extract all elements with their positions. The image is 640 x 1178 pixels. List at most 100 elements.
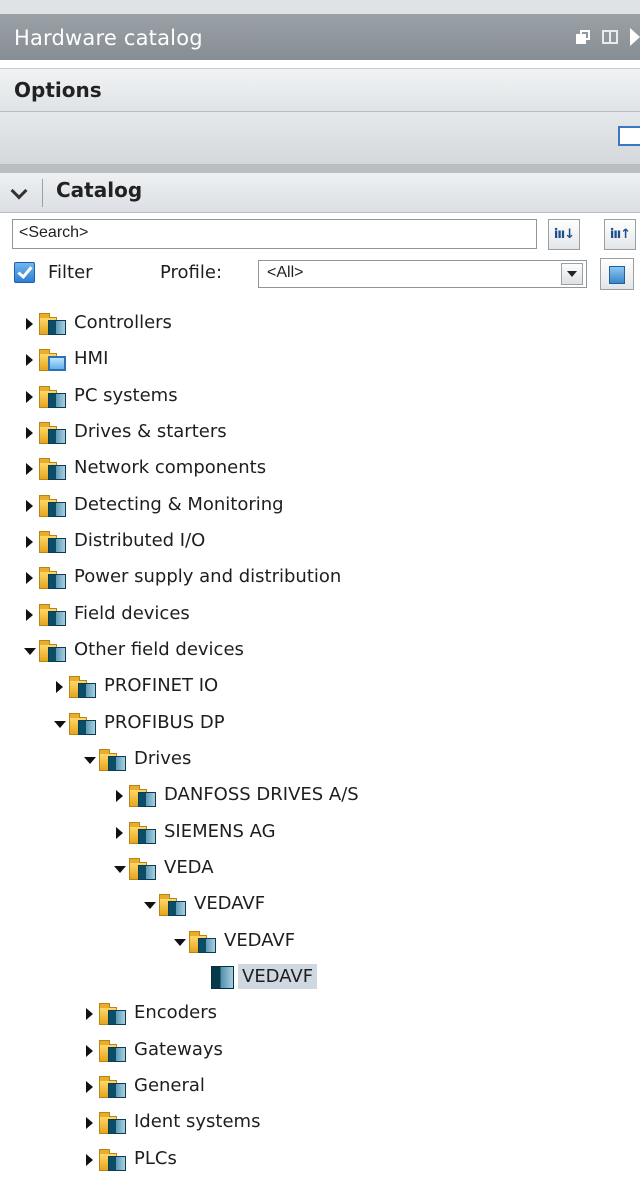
collapse-arrow-icon[interactable] — [56, 681, 63, 694]
tree-item[interactable]: DANFOSS DRIVES A/S — [0, 778, 640, 814]
tree-item[interactable]: Encoders — [0, 996, 640, 1032]
header-separator — [42, 179, 43, 207]
tree-item[interactable]: Network components — [0, 451, 640, 487]
folder-icon — [39, 530, 69, 553]
folder-icon — [99, 1112, 129, 1135]
collapse-panel-icon[interactable] — [630, 28, 640, 46]
collapse-arrow-icon[interactable] — [26, 390, 33, 403]
tree-item-label: Detecting & Monitoring — [74, 493, 284, 515]
tree-item[interactable]: HMI — [0, 342, 640, 378]
tree-item[interactable]: PROFINET IO — [0, 669, 640, 705]
tree-item-label: PROFINET IO — [104, 675, 219, 697]
tree-item[interactable]: VEDAVF — [0, 924, 640, 960]
tree-item-label: Other field devices — [74, 638, 244, 660]
folder-badge — [48, 501, 66, 517]
device-icon — [211, 965, 234, 989]
options-section-header[interactable]: Options — [0, 68, 640, 112]
tree-item-label: Distributed I/O — [74, 529, 206, 551]
folder-icon — [189, 930, 219, 953]
expand-arrow-icon[interactable] — [24, 647, 36, 655]
float-window-icon[interactable] — [576, 30, 590, 44]
tree-item[interactable]: PROFIBUS DP — [0, 706, 640, 742]
collapse-arrow-icon[interactable] — [86, 1044, 93, 1057]
search-up-button[interactable]: iıı↑ — [604, 219, 636, 250]
search-down-button[interactable]: iıı↓ — [548, 219, 580, 250]
folder-badge — [108, 1010, 126, 1026]
folder-icon — [39, 603, 69, 626]
collapse-arrow-icon[interactable] — [116, 826, 123, 839]
collapse-arrow-icon[interactable] — [86, 1008, 93, 1021]
tree-item[interactable]: Controllers — [0, 306, 640, 342]
tree-item[interactable]: VEDAVF — [0, 960, 640, 996]
expand-arrow-icon[interactable] — [54, 720, 66, 728]
tree-item-label: SIEMENS AG — [164, 820, 276, 842]
folder-badge — [108, 1082, 126, 1098]
collapse-arrow-icon[interactable] — [26, 354, 33, 367]
split-view-icon[interactable] — [602, 30, 618, 44]
tree-item[interactable]: VEDAVF — [0, 887, 640, 923]
tree-item[interactable]: Power supply and distribution — [0, 560, 640, 596]
panel-title-bar: Hardware catalog — [0, 0, 640, 60]
tree-item-label: VEDAVF — [224, 929, 296, 951]
options-label: Options — [14, 78, 102, 102]
tree-item-label: VEDA — [164, 856, 214, 878]
collapse-arrow-icon[interactable] — [116, 790, 123, 803]
collapse-arrow-icon[interactable] — [26, 426, 33, 439]
folder-icon — [39, 567, 69, 590]
folder-icon — [129, 785, 159, 808]
catalog-section-header[interactable]: Catalog — [0, 173, 640, 213]
chevron-down-icon[interactable] — [10, 182, 28, 200]
profile-select[interactable]: <All> — [258, 260, 587, 288]
expand-arrow-icon[interactable] — [114, 865, 126, 873]
tree-item-label: General — [134, 1074, 205, 1096]
collapse-arrow-icon[interactable] — [86, 1153, 93, 1166]
catalog-tree: Controllers HMI PC systems Drives & starter… — [0, 306, 640, 1178]
tree-item[interactable]: Other field devices — [0, 633, 640, 669]
tree-item[interactable]: Drives & starters — [0, 415, 640, 451]
folder-icon — [129, 857, 159, 880]
collapse-arrow-icon[interactable] — [26, 608, 33, 621]
expand-arrow-icon[interactable] — [144, 902, 156, 910]
folder-icon — [39, 458, 69, 481]
tree-item[interactable]: SIEMENS AG — [0, 815, 640, 851]
collapse-arrow-icon[interactable] — [26, 499, 33, 512]
folder-icon — [99, 1148, 129, 1171]
folder-badge — [48, 610, 66, 626]
folder-badge — [108, 1155, 126, 1171]
tree-item[interactable]: PC systems — [0, 379, 640, 415]
folder-badge — [108, 755, 126, 771]
folder-badge — [198, 937, 216, 953]
collapse-arrow-icon[interactable] — [26, 318, 33, 330]
collapse-arrow-icon[interactable] — [26, 463, 33, 476]
tree-item[interactable]: General — [0, 1069, 640, 1105]
tree-item[interactable]: Gateways — [0, 1033, 640, 1069]
expand-arrow-icon[interactable] — [174, 938, 186, 946]
collapse-arrow-icon[interactable] — [86, 1117, 93, 1130]
tree-item-label: Ident systems — [134, 1111, 261, 1133]
tree-item-label: Power supply and distribution — [74, 566, 342, 588]
profile-dropdown-arrow-icon[interactable] — [561, 263, 583, 285]
filter-checkbox[interactable] — [14, 262, 35, 283]
tree-item-label: HMI — [74, 348, 109, 370]
catalog-search-input[interactable]: <Search> — [12, 219, 537, 249]
folder-icon — [39, 639, 69, 662]
options-view-icon[interactable] — [618, 126, 640, 146]
tree-item[interactable]: Ident systems — [0, 1105, 640, 1141]
tree-item[interactable]: Detecting & Monitoring — [0, 488, 640, 524]
tree-item[interactable]: Distributed I/O — [0, 524, 640, 560]
tree-item[interactable]: Field devices — [0, 597, 640, 633]
expand-arrow-icon[interactable] — [84, 756, 96, 764]
profile-settings-button[interactable] — [600, 258, 634, 290]
filter-label: Filter — [48, 262, 93, 283]
tree-item[interactable]: Drives — [0, 742, 640, 778]
folder-icon — [129, 821, 159, 844]
folder-badge — [108, 1119, 126, 1135]
collapse-arrow-icon[interactable] — [26, 572, 33, 585]
collapse-arrow-icon[interactable] — [86, 1080, 93, 1093]
tree-item[interactable]: VEDA — [0, 851, 640, 887]
folder-badge — [108, 1046, 126, 1062]
collapse-arrow-icon[interactable] — [26, 535, 33, 548]
folder-badge — [138, 864, 156, 880]
tree-item[interactable]: PLCs — [0, 1142, 640, 1178]
folder-badge — [48, 537, 66, 553]
